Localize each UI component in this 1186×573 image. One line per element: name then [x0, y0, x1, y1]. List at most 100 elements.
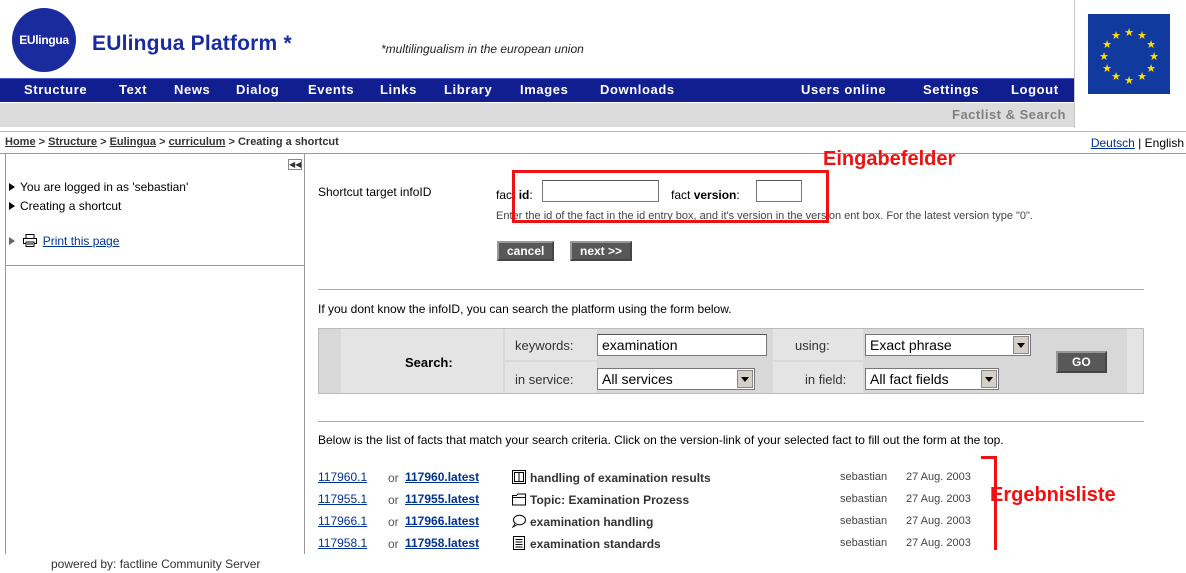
breadcrumb-structure[interactable]: Structure [48, 136, 97, 148]
input-fields-highlight-box [512, 170, 829, 223]
result-row: 117966.1 or 117966.latest examination ha… [318, 514, 1018, 534]
breadcrumb-separator: > [97, 136, 110, 148]
svg-text:★: ★ [1137, 70, 1147, 83]
next-button[interactable]: next >> [570, 241, 633, 261]
fact-date: 27 Aug. 2003 [906, 515, 971, 527]
fact-author: sebastian [840, 515, 888, 527]
breadcrumb-separator: > [225, 136, 238, 148]
fact-title[interactable]: examination handling [530, 515, 653, 529]
fact-version-link[interactable]: 117966.1 [318, 514, 367, 528]
fact-version-link[interactable]: 117960.1 [318, 470, 367, 484]
chevron-down-icon[interactable] [737, 370, 753, 388]
lang-separator: | [1134, 136, 1145, 150]
nav-library[interactable]: Library [444, 82, 492, 97]
nav-users-online[interactable]: Users online [801, 82, 886, 97]
fact-latest-link[interactable]: 117960.latest [405, 470, 479, 484]
nav-downloads[interactable]: Downloads [600, 82, 675, 97]
shortcut-target-label: Shortcut target infoID [318, 185, 432, 199]
folder-icon [512, 493, 526, 506]
nav-settings[interactable]: Settings [923, 82, 979, 97]
breadcrumb-eulingua[interactable]: Eulingua [110, 136, 156, 148]
fact-author: sebastian [840, 537, 888, 549]
language-switcher: Deutsch | English [1091, 136, 1184, 150]
breadcrumb-home[interactable]: Home [5, 136, 36, 148]
fact-latest-link[interactable]: 117966.latest [405, 514, 479, 528]
current-action-text: Creating a shortcut [20, 199, 122, 213]
search-label: Search: [405, 355, 453, 370]
nav-news[interactable]: News [174, 82, 210, 97]
bullet-arrow-icon [9, 237, 15, 245]
svg-text:★: ★ [1102, 62, 1112, 75]
service-select[interactable]: All services [597, 368, 755, 390]
service-select-value: All services [602, 371, 673, 387]
svg-text:★: ★ [1124, 26, 1134, 39]
logged-in-status: You are logged in as 'sebastian' [9, 180, 188, 194]
nav-events[interactable]: Events [308, 82, 354, 97]
or-text: or [388, 537, 399, 551]
speech-bubble-icon [512, 514, 526, 528]
nav-structure[interactable]: Structure [24, 82, 87, 97]
printer-icon [23, 234, 38, 247]
fact-latest-link[interactable]: 117955.latest [405, 492, 479, 506]
fact-latest-link[interactable]: 117958.latest [405, 536, 479, 550]
bullet-arrow-icon [9, 183, 15, 191]
fact-version-link[interactable]: 117955.1 [318, 492, 367, 506]
result-row: 117960.1 or 117960.latest handling of ex… [318, 470, 1018, 490]
chevron-down-icon[interactable] [1013, 336, 1029, 354]
fact-title[interactable]: examination standards [530, 537, 661, 551]
fact-version-link[interactable]: 117958.1 [318, 536, 367, 550]
field-select-value: All fact fields [870, 371, 949, 387]
fact-author: sebastian [840, 471, 888, 483]
chevron-down-icon[interactable] [981, 370, 997, 388]
footer-powered-by: powered by: factline Community Server [51, 557, 261, 571]
svg-text:★: ★ [1111, 70, 1121, 83]
nav-images[interactable]: Images [520, 82, 568, 97]
field-select[interactable]: All fact fields [865, 368, 999, 390]
cancel-button[interactable]: cancel [497, 241, 555, 261]
print-page-link[interactable]: Print this page [43, 234, 120, 248]
collapse-sidebar-icon[interactable]: ◀◀ [288, 159, 302, 170]
current-action: Creating a shortcut [9, 199, 121, 213]
breadcrumb-curriculum[interactable]: curriculum [169, 136, 226, 148]
lang-deutsch-link[interactable]: Deutsch [1091, 136, 1135, 150]
fact-date: 27 Aug. 2003 [906, 537, 971, 549]
results-list: 117960.1 or 117960.latest handling of ex… [318, 470, 1018, 560]
document-icon [513, 536, 525, 550]
lang-english: English [1144, 136, 1184, 150]
svg-text:★: ★ [1111, 29, 1121, 42]
fact-title[interactable]: Topic: Examination Prozess [530, 493, 689, 507]
header: EUlingua EUlingua Platform * *multilingu… [0, 0, 1186, 78]
logo-text: EUlingua [19, 33, 69, 47]
input-fields-annotation: Eingabefelder [823, 148, 956, 170]
platform-subtitle: *multilingualism in the european union [381, 42, 584, 56]
using-select[interactable]: Exact phrase [865, 334, 1031, 356]
go-button[interactable]: GO [1056, 351, 1107, 373]
service-label: in service: [515, 372, 574, 387]
eulingua-logo[interactable]: EUlingua [12, 8, 76, 72]
breadcrumb-current: Creating a shortcut [237, 136, 339, 148]
or-text: or [388, 493, 399, 507]
field-label: in field: [805, 372, 847, 387]
print-item: Print this page [9, 234, 119, 248]
platform-title: EUlingua Platform * [92, 32, 292, 55]
result-row: 117958.1 or 117958.latest examination st… [318, 536, 1018, 556]
header-divider [1074, 0, 1075, 128]
fact-title[interactable]: handling of examination results [530, 471, 711, 485]
using-label: using: [795, 338, 830, 353]
nav-text[interactable]: Text [119, 82, 147, 97]
breadcrumb-bar: Home > Structure > Eulingua > curriculum… [0, 131, 1186, 154]
sidebar-info-box: ◀◀ You are logged in as 'sebastian' Crea… [6, 154, 304, 266]
nav-dialog[interactable]: Dialog [236, 82, 279, 97]
or-text: or [388, 471, 399, 485]
nav-links[interactable]: Links [380, 82, 417, 97]
fact-date: 27 Aug. 2003 [906, 493, 971, 505]
svg-text:★: ★ [1146, 62, 1156, 75]
factlist-search-link[interactable]: Factlist & Search [952, 107, 1066, 122]
keywords-input[interactable] [597, 334, 767, 356]
main-nav: Structure Text News Dialog Events Links … [0, 78, 1074, 102]
breadcrumb-separator: > [156, 136, 169, 148]
logged-in-text: You are logged in as 'sebastian' [20, 180, 189, 194]
divider [318, 421, 1144, 422]
nav-logout[interactable]: Logout [1011, 82, 1059, 97]
or-text: or [388, 515, 399, 529]
